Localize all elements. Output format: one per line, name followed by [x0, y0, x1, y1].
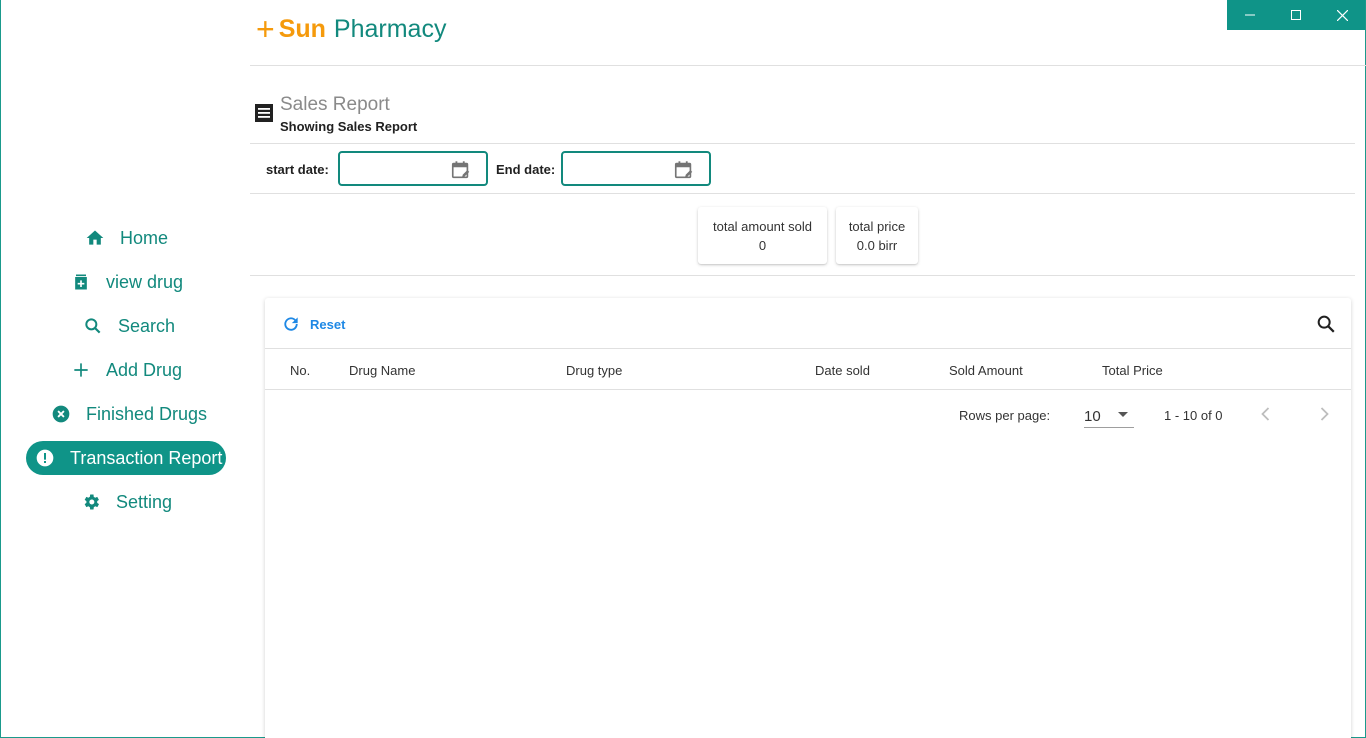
sidebar-item-transaction-report[interactable]: Transaction Report [26, 441, 226, 475]
search-icon [82, 315, 104, 337]
logo-brand: Sun [278, 14, 326, 43]
header-divider [250, 65, 1366, 66]
start-date-label: start date: [266, 162, 329, 177]
home-icon [84, 227, 106, 249]
reset-button[interactable]: Reset [281, 314, 345, 334]
sidebar-item-view-drug[interactable]: view drug [70, 265, 183, 299]
end-date-input[interactable] [569, 159, 669, 179]
sidebar-item-setting[interactable]: Setting [80, 485, 172, 519]
column-header-sold-amount[interactable]: Sold Amount [949, 363, 1023, 378]
calendar-edit-icon[interactable] [673, 159, 695, 181]
total-amount-label: total amount sold [712, 219, 812, 234]
sidebar-item-add-drug[interactable]: Add Drug [70, 353, 182, 387]
column-header-date-sold[interactable]: Date sold [815, 363, 870, 378]
refresh-icon [284, 317, 298, 331]
chevron-right-icon[interactable] [1314, 404, 1334, 424]
sidebar-item-label: Search [118, 315, 176, 336]
column-header-drug-name[interactable]: Drug Name [349, 363, 415, 378]
reset-label: Reset [310, 316, 346, 332]
total-amount-value: 0 [758, 238, 767, 253]
report-icon [255, 104, 273, 122]
column-header-total-price[interactable]: Total Price [1102, 363, 1163, 378]
column-header-drug-type[interactable]: Drug type [566, 363, 622, 378]
table-header: No. Drug Name Drug type Date sold Sold A… [265, 348, 1351, 390]
page-range: 1 - 10 of 0 [1164, 408, 1223, 423]
page-title: Sales Report [280, 94, 390, 115]
search-icon[interactable] [1315, 313, 1337, 335]
close-icon [1336, 9, 1348, 21]
rows-per-page-label: Rows per page: [959, 408, 1051, 423]
sidebar-item-search[interactable]: Search [82, 309, 175, 343]
app-logo: + Sun Pharmacy [256, 13, 446, 45]
sidebar-item-finished-drugs[interactable]: Finished Drugs [50, 397, 207, 431]
end-date-field[interactable] [561, 151, 711, 186]
sidebar-item-label: view drug [106, 271, 184, 292]
sales-table-card: Reset No. Drug Name Drug type Date sold … [265, 298, 1351, 738]
start-date-field[interactable] [338, 151, 488, 186]
gear-icon [80, 491, 102, 513]
rows-per-page-value: 10 [1084, 408, 1101, 425]
maximize-button[interactable] [1273, 0, 1319, 30]
logo-name: Pharmacy [333, 14, 447, 43]
sidebar-item-label: Setting [116, 491, 173, 512]
calendar-edit-icon[interactable] [450, 159, 472, 181]
sidebar-item-home[interactable]: Home [84, 221, 168, 255]
end-date-label: End date: [496, 162, 556, 177]
total-price-label: total price [848, 219, 906, 234]
sidebar-item-label: Transaction Report [70, 447, 223, 468]
title-divider [250, 143, 1355, 144]
column-header-no[interactable]: No. [290, 363, 310, 378]
window-controls [1227, 0, 1365, 30]
filter-divider [250, 193, 1355, 194]
page-subtitle: Showing Sales Report [280, 119, 418, 134]
alert-circle-icon [34, 447, 56, 469]
chevron-left-icon[interactable] [1256, 404, 1276, 424]
plus-icon [70, 359, 92, 381]
dropdown-arrow-icon [1118, 412, 1128, 417]
close-button[interactable] [1319, 0, 1365, 30]
cancel-circle-icon [50, 403, 72, 425]
sidebar-item-label: Finished Drugs [86, 403, 208, 424]
minimize-icon [1245, 14, 1255, 16]
rows-per-page-select[interactable]: 10 [1084, 400, 1134, 428]
sidebar-item-label: Add Drug [106, 359, 183, 380]
start-date-input[interactable] [346, 159, 446, 179]
logo-plus-icon: + [256, 11, 275, 47]
total-amount-card: total amount sold 0 [698, 207, 827, 264]
table-pagination: Rows per page: 10 1 - 10 of 0 [265, 390, 1351, 438]
total-price-card: total price 0.0 birr [836, 207, 918, 264]
maximize-icon [1291, 10, 1301, 20]
total-price-value: 0.0 birr [856, 238, 898, 253]
minimize-button[interactable] [1227, 0, 1273, 30]
sidebar-item-label: Home [120, 227, 169, 248]
medicine-box-icon [70, 271, 92, 293]
stats-divider [250, 275, 1355, 276]
